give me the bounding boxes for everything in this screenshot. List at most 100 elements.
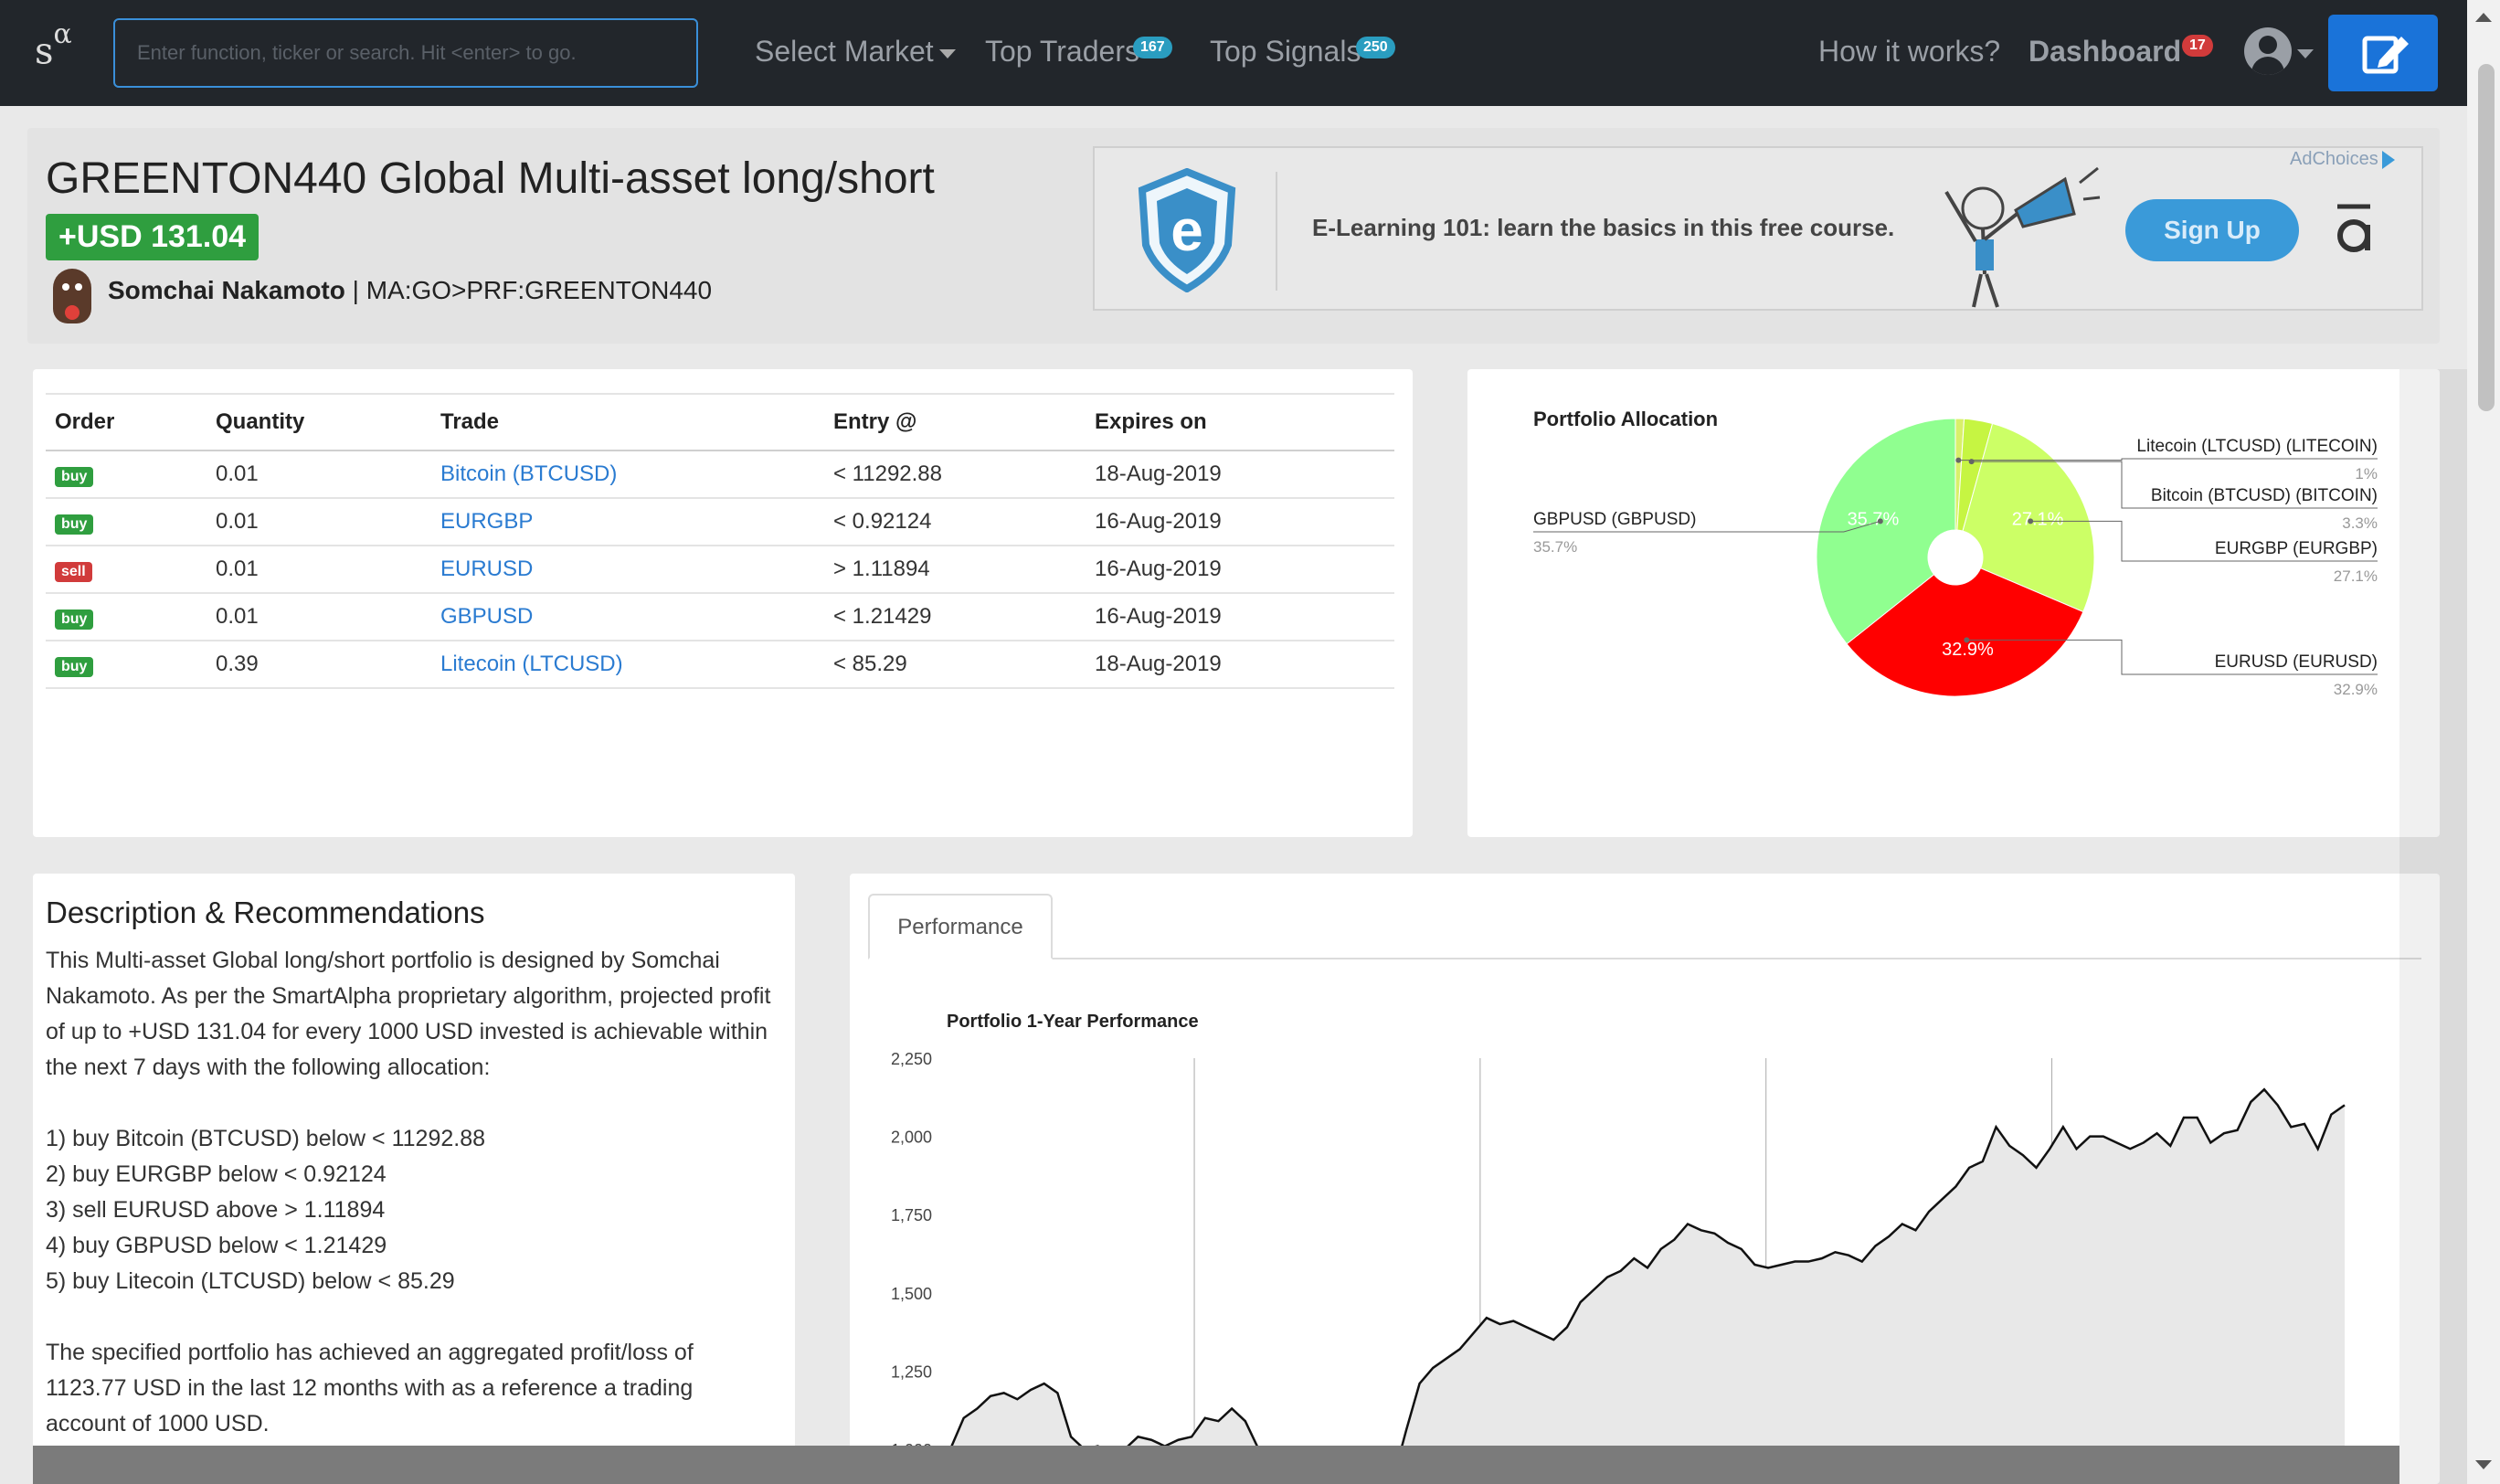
col-header-entry[interactable]: Entry @ (824, 393, 1086, 451)
tab-performance[interactable]: Performance (868, 894, 1053, 959)
search-input[interactable] (113, 18, 698, 88)
trade-link[interactable]: Bitcoin (BTCUSD) (440, 461, 617, 486)
entry-cell: < 85.29 (824, 641, 1086, 689)
select-market-dropdown[interactable]: Select Market (755, 35, 956, 69)
legend-label: Litecoin (LTCUSD) (LITECOIN) (2136, 437, 2378, 456)
description-body: This Multi-asset Global long/short portf… (46, 943, 777, 1478)
legend-value: 1% (2355, 465, 2378, 482)
expires-cell: 16-Aug-2019 (1086, 593, 1394, 641)
legend-label: EURGBP (EURGBP) (2215, 539, 2378, 558)
trade-link[interactable]: EURUSD (440, 556, 533, 581)
callout-dot (1877, 518, 1883, 525)
svg-text:e: e (1171, 197, 1203, 263)
description-intro: This Multi-asset Global long/short portf… (46, 948, 771, 1080)
sign-up-button[interactable]: Sign Up (2125, 199, 2299, 261)
expires-cell: 18-Aug-2019 (1086, 641, 1394, 689)
slice-label: 27.1% (2012, 510, 2064, 530)
tab-bar (868, 958, 2421, 959)
portfolio-ticker: | MA:GO>PRF:GREENTON440 (344, 276, 713, 304)
y-tick-label: 2,000 (891, 1129, 932, 1147)
callout-dot (1964, 637, 1970, 643)
quantity-cell: 0.01 (207, 593, 431, 641)
ad-text[interactable]: E-Learning 101: learn the basics in this… (1312, 214, 1894, 242)
expires-cell: 16-Aug-2019 (1086, 498, 1394, 546)
legend-value: 3.3% (2342, 514, 2378, 532)
author-name[interactable]: Somchai Nakamoto (108, 276, 345, 304)
scroll-down-arrow-icon[interactable] (2475, 1460, 2492, 1469)
megaphone-person-icon (1944, 166, 2101, 308)
entry-cell: < 0.92124 (824, 498, 1086, 546)
col-header-trade[interactable]: Trade (431, 393, 824, 451)
page-title: GREENTON440 Global Multi-asset long/shor… (46, 154, 935, 203)
user-menu-chevron-icon[interactable] (2297, 49, 2314, 58)
legend-label: EURUSD (EURUSD) (2215, 652, 2378, 672)
allocation-list: 1) buy Bitcoin (BTCUSD) below < 11292.88… (46, 1121, 777, 1299)
user-avatar-icon[interactable] (2244, 27, 2292, 75)
expires-cell: 18-Aug-2019 (1086, 450, 1394, 499)
expires-cell: 16-Aug-2019 (1086, 546, 1394, 594)
y-tick-label: 1,750 (891, 1206, 932, 1224)
page-overlay (2399, 369, 2467, 1484)
portfolio-allocation-pie-chart: Portfolio Allocation 27.1% 32.9% 35.7% Litec… (1533, 408, 2378, 698)
entry-cell: < 11292.88 (824, 450, 1086, 499)
table-row: buy 0.39 Litecoin (LTCUSD) < 85.29 18-Au… (46, 641, 1394, 689)
chart-title: Portfolio 1-Year Performance (947, 1012, 1199, 1032)
description-title: Description & Recommendations (46, 896, 485, 929)
ad-brand-logo-icon (2337, 204, 2370, 252)
table-row: buy 0.01 Bitcoin (BTCUSD) < 11292.88 18-… (46, 450, 1394, 499)
callout-dot (1968, 459, 1975, 465)
legend-value: 32.9% (2334, 681, 2378, 698)
table-row: buy 0.01 GBPUSD < 1.21429 16-Aug-2019 (46, 593, 1394, 641)
y-tick-label: 1,250 (891, 1362, 932, 1381)
site-logo[interactable]: sα (35, 18, 72, 72)
top-signals-count-badge: 250 (1356, 37, 1395, 58)
top-traders-link[interactable]: Top Traders (985, 35, 1139, 69)
trade-link[interactable]: GBPUSD (440, 604, 533, 629)
trade-link[interactable]: Litecoin (LTCUSD) (440, 652, 623, 676)
chevron-down-icon (938, 48, 956, 58)
col-header-expires[interactable]: Expires on (1086, 393, 1394, 451)
table-row: sell 0.01 EURUSD > 1.11894 16-Aug-2019 (46, 546, 1394, 594)
legend-value: 35.7% (1533, 538, 1577, 556)
adchoices-icon (2381, 150, 2395, 169)
legend-label: Bitcoin (BTCUSD) (BITCOIN) (2151, 486, 2378, 505)
table-row: buy 0.01 EURGBP < 0.92124 16-Aug-2019 (46, 498, 1394, 546)
top-signals-link[interactable]: Top Signals (1210, 35, 1361, 69)
quantity-cell: 0.01 (207, 450, 431, 499)
y-tick-label: 1,500 (891, 1285, 932, 1303)
list-item: 1) buy Bitcoin (BTCUSD) below < 11292.88 (46, 1126, 486, 1151)
trades-table: Order Quantity Trade Entry @ Expires on … (46, 393, 1394, 689)
quantity-cell: 0.39 (207, 641, 431, 689)
area-fill (950, 1089, 2345, 1484)
trade-link[interactable]: EURGBP (440, 509, 533, 534)
ad-divider (1276, 172, 1277, 291)
performance-area-chart: Portfolio 1-Year Performance 2,250 2,000 1,… (891, 1012, 2346, 1484)
list-item: 5) buy Litecoin (LTCUSD) below < 85.29 (46, 1268, 455, 1294)
quantity-cell: 0.01 (207, 498, 431, 546)
edit-button[interactable] (2328, 15, 2438, 91)
bottom-overlay-bar (33, 1446, 2399, 1484)
order-badge: buy (55, 514, 94, 535)
author-line: Somchai Nakamoto | MA:GO>PRF:GREENTON440 (108, 276, 712, 305)
adchoices-link[interactable]: AdChoices (2290, 149, 2395, 170)
legend-label: GBPUSD (GBPUSD) (1533, 510, 1696, 529)
col-header-quantity[interactable]: Quantity (207, 393, 431, 451)
order-badge: sell (55, 562, 92, 582)
slice-label: 35.7% (1848, 510, 1900, 530)
scrollbar-thumb[interactable] (2478, 64, 2495, 411)
profit-badge: +USD 131.04 (46, 214, 260, 260)
callout-dot (2028, 518, 2034, 525)
author-avatar[interactable] (48, 265, 97, 325)
dashboard-link[interactable]: Dashboard (2029, 35, 2181, 69)
list-item: 2) buy EURGBP below < 0.92124 (46, 1161, 387, 1187)
how-it-works-link[interactable]: How it works? (1818, 35, 2000, 69)
scroll-up-arrow-icon[interactable] (2475, 13, 2492, 22)
dashboard-count-badge: 17 (2182, 35, 2213, 57)
description-outro: The specified portfolio has achieved an … (46, 1340, 694, 1436)
col-header-order[interactable]: Order (46, 393, 207, 451)
edit-icon (2362, 36, 2409, 74)
list-item: 4) buy GBPUSD below < 1.21429 (46, 1233, 387, 1258)
callout-dot (1955, 457, 1962, 463)
quantity-cell: 0.01 (207, 546, 431, 594)
chart-title: Portfolio Allocation (1533, 408, 1718, 430)
